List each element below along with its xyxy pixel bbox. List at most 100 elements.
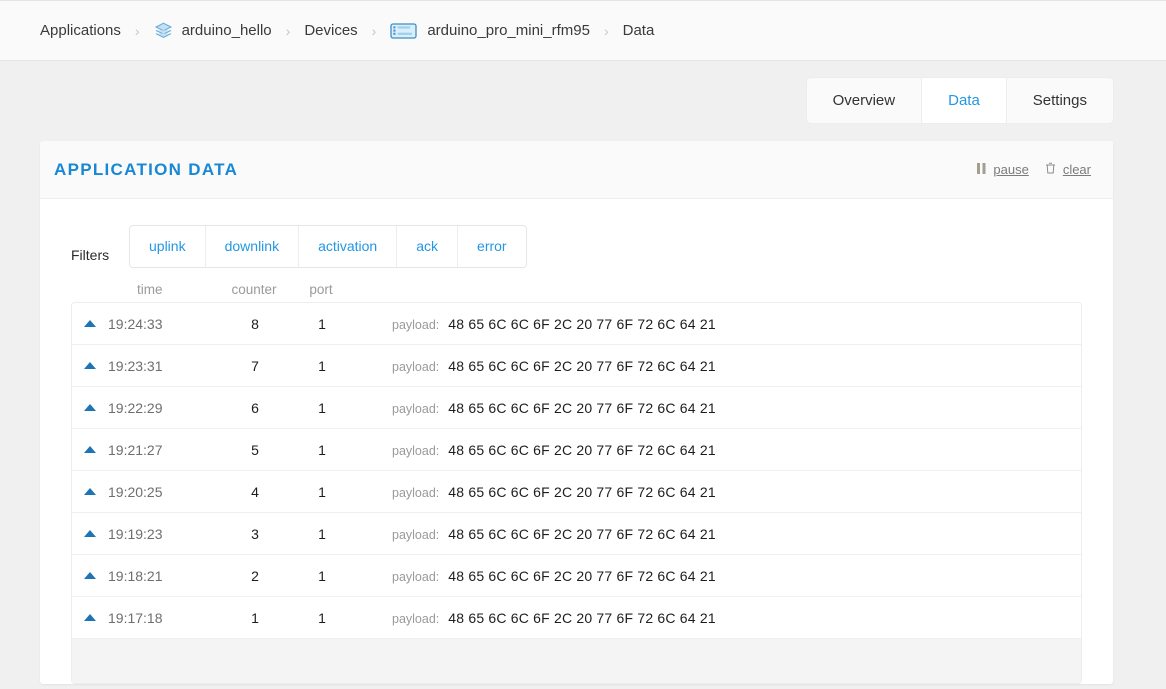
breadcrumb-item-label: Applications bbox=[40, 22, 121, 39]
tab-settings[interactable]: Settings bbox=[1007, 78, 1113, 123]
page-title: APPLICATION DATA bbox=[54, 159, 239, 179]
payload-label: payload: bbox=[392, 359, 440, 374]
pause-button[interactable]: pause bbox=[977, 162, 1029, 177]
table-header-row: time counter port bbox=[71, 268, 1082, 302]
row-payload: payload: 48 65 6C 6C 6F 2C 20 77 6F 72 6C… bbox=[352, 484, 1081, 500]
payload-value: 48 65 6C 6C 6F 2C 20 77 6F 72 6C 64 21 bbox=[448, 399, 716, 416]
trash-icon bbox=[1045, 162, 1056, 177]
tab-bar-wrapper: Overview Data Settings bbox=[0, 61, 1166, 123]
breadcrumb-item-data[interactable]: Data bbox=[623, 22, 655, 39]
data-table: 19:24:33 8 1 payload: 48 65 6C 6C 6F 2C 20 7… bbox=[71, 302, 1082, 684]
payload-label: payload: bbox=[392, 485, 440, 500]
filter-error[interactable]: error bbox=[458, 226, 526, 267]
row-payload: payload: 48 65 6C 6C 6F 2C 20 77 6F 72 6C… bbox=[352, 526, 1081, 542]
row-time: 19:19:23 bbox=[108, 525, 163, 542]
row-payload: payload: 48 65 6C 6C 6F 2C 20 77 6F 72 6C… bbox=[352, 316, 1081, 332]
filter-downlink[interactable]: downlink bbox=[206, 226, 300, 267]
row-counter: 6 bbox=[251, 399, 259, 416]
uplink-arrow-icon bbox=[72, 488, 108, 495]
row-payload: payload: 48 65 6C 6C 6F 2C 20 77 6F 72 6C… bbox=[352, 568, 1081, 584]
breadcrumb-separator: › bbox=[285, 22, 291, 39]
row-time: 19:17:18 bbox=[108, 609, 163, 626]
row-payload: payload: 48 65 6C 6C 6F 2C 20 77 6F 72 6C… bbox=[352, 400, 1081, 416]
payload-label: payload: bbox=[392, 443, 440, 458]
uplink-arrow-icon bbox=[72, 614, 108, 621]
payload-label: payload: bbox=[392, 317, 440, 332]
table-row[interactable]: 19:22:29 6 1 payload: 48 65 6C 6C 6F 2C 20 7… bbox=[72, 387, 1081, 429]
filters-label: Filters bbox=[71, 246, 110, 263]
filter-ack[interactable]: ack bbox=[397, 226, 459, 267]
table-row-empty bbox=[72, 639, 1081, 683]
clear-label: clear bbox=[1062, 162, 1091, 177]
breadcrumb-item-arduino-hello[interactable]: arduino_hello bbox=[154, 21, 272, 40]
breadcrumb-item-applications[interactable]: Applications bbox=[40, 22, 121, 39]
payload-value: 48 65 6C 6C 6F 2C 20 77 6F 72 6C 64 21 bbox=[448, 483, 716, 500]
tab-overview[interactable]: Overview bbox=[807, 78, 923, 123]
row-counter: 8 bbox=[251, 315, 259, 332]
row-counter: 3 bbox=[251, 525, 259, 542]
row-counter: 7 bbox=[251, 357, 259, 374]
breadcrumb-separator: › bbox=[603, 22, 609, 39]
row-time: 19:22:29 bbox=[108, 399, 163, 416]
card-body: Filters uplink downlink activation ack error… bbox=[40, 199, 1113, 684]
row-port: 1 bbox=[318, 567, 326, 584]
card-header: APPLICATION DATA pause clear bbox=[40, 141, 1113, 199]
table-row[interactable]: 19:18:21 2 1 payload: 48 65 6C 6C 6F 2C 20 7… bbox=[72, 555, 1081, 597]
row-port: 1 bbox=[318, 525, 326, 542]
row-port: 1 bbox=[318, 315, 326, 332]
row-port: 1 bbox=[318, 609, 326, 626]
row-time: 19:24:33 bbox=[108, 315, 163, 332]
application-data-card: APPLICATION DATA pause clear Filters upl… bbox=[40, 141, 1113, 684]
uplink-arrow-icon bbox=[72, 320, 108, 327]
uplink-arrow-icon bbox=[72, 404, 108, 411]
tab-data[interactable]: Data bbox=[922, 78, 1007, 123]
filter-group: uplink downlink activation ack error bbox=[129, 225, 527, 268]
payload-label: payload: bbox=[392, 527, 440, 542]
payload-value: 48 65 6C 6C 6F 2C 20 77 6F 72 6C 64 21 bbox=[448, 357, 716, 374]
payload-value: 48 65 6C 6C 6F 2C 20 77 6F 72 6C 64 21 bbox=[448, 441, 716, 458]
row-time: 19:18:21 bbox=[108, 567, 163, 584]
uplink-arrow-icon bbox=[72, 572, 108, 579]
payload-label: payload: bbox=[392, 569, 440, 584]
row-payload: payload: 48 65 6C 6C 6F 2C 20 77 6F 72 6C… bbox=[352, 358, 1081, 374]
table-row[interactable]: 19:24:33 8 1 payload: 48 65 6C 6C 6F 2C 20 7… bbox=[72, 303, 1081, 345]
table-row[interactable]: 19:19:23 3 1 payload: 48 65 6C 6C 6F 2C 20 7… bbox=[72, 513, 1081, 555]
row-time: 19:21:27 bbox=[108, 441, 163, 458]
breadcrumb: Applications › arduino_hello › Devices › ardui… bbox=[40, 21, 654, 41]
tab-bar: Overview Data Settings bbox=[806, 78, 1113, 123]
uplink-arrow-icon bbox=[72, 446, 108, 453]
breadcrumb-separator: › bbox=[371, 22, 377, 39]
payload-value: 48 65 6C 6C 6F 2C 20 77 6F 72 6C 64 21 bbox=[448, 315, 716, 332]
row-counter: 1 bbox=[251, 609, 259, 626]
breadcrumb-item-label: arduino_pro_mini_rfm95 bbox=[427, 22, 590, 39]
table-header-payload bbox=[351, 282, 1082, 297]
table-row[interactable]: 19:20:25 4 1 payload: 48 65 6C 6C 6F 2C 20 7… bbox=[72, 471, 1081, 513]
clear-button[interactable]: clear bbox=[1045, 162, 1091, 177]
payload-value: 48 65 6C 6C 6F 2C 20 77 6F 72 6C 64 21 bbox=[448, 525, 716, 542]
row-counter: 2 bbox=[251, 567, 259, 584]
row-payload: payload: 48 65 6C 6C 6F 2C 20 77 6F 72 6C… bbox=[352, 442, 1081, 458]
row-port: 1 bbox=[318, 441, 326, 458]
row-time: 19:20:25 bbox=[108, 483, 163, 500]
table-row[interactable]: 19:21:27 5 1 payload: 48 65 6C 6C 6F 2C 20 7… bbox=[72, 429, 1081, 471]
table-row[interactable]: 19:17:18 1 1 payload: 48 65 6C 6C 6F 2C 20 7… bbox=[72, 597, 1081, 639]
uplink-arrow-icon bbox=[72, 362, 108, 369]
filter-uplink[interactable]: uplink bbox=[130, 226, 206, 267]
table-row[interactable]: 19:23:31 7 1 payload: 48 65 6C 6C 6F 2C 20 7… bbox=[72, 345, 1081, 387]
payload-value: 48 65 6C 6C 6F 2C 20 77 6F 72 6C 64 21 bbox=[448, 567, 716, 584]
breadcrumb-item-label: arduino_hello bbox=[181, 22, 272, 39]
filter-activation[interactable]: activation bbox=[299, 226, 398, 267]
row-payload: payload: 48 65 6C 6C 6F 2C 20 77 6F 72 6C… bbox=[352, 610, 1081, 626]
breadcrumb-item-arduino-pro-mini-rfm95[interactable]: arduino_pro_mini_rfm95 bbox=[390, 21, 590, 41]
row-port: 1 bbox=[318, 399, 326, 416]
table-header-spacer bbox=[71, 282, 107, 297]
breadcrumb-item-devices[interactable]: Devices bbox=[304, 22, 357, 39]
breadcrumb-bar: Applications › arduino_hello › Devices › ardui… bbox=[0, 0, 1166, 61]
table-header-time: time bbox=[137, 282, 163, 297]
table-header-port: port bbox=[309, 282, 333, 297]
row-port: 1 bbox=[318, 483, 326, 500]
breadcrumb-separator: › bbox=[134, 22, 140, 39]
row-counter: 5 bbox=[251, 441, 259, 458]
layers-icon bbox=[154, 21, 173, 40]
row-time: 19:23:31 bbox=[108, 357, 163, 374]
